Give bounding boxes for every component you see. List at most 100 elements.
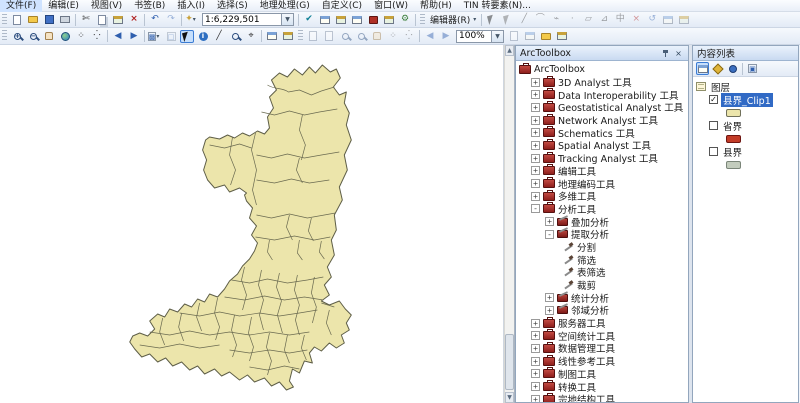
toc-title-bar[interactable]: 内容列表 xyxy=(693,46,798,61)
zoom-out-layout-icon[interactable] xyxy=(354,30,368,43)
expand-icon[interactable]: + xyxy=(545,306,554,315)
select-elements-icon[interactable] xyxy=(180,30,194,43)
fixed-zoom-out-layout-icon[interactable]: ⁛ xyxy=(402,30,416,43)
table-of-contents-window-icon[interactable] xyxy=(318,13,332,26)
tree-item-split-tool[interactable]: 分割 xyxy=(516,241,688,254)
menu-file[interactable]: 文件(F) xyxy=(0,0,42,12)
expand-icon[interactable]: + xyxy=(531,331,540,340)
menu-insert[interactable]: 插入(I) xyxy=(171,0,211,12)
list-by-source-icon[interactable] xyxy=(711,62,724,75)
measure-icon[interactable]: ╱ xyxy=(212,30,226,43)
tree-item-arctoolbox-root[interactable]: ArcToolbox xyxy=(516,63,688,76)
tree-item-analysis-tools[interactable]: -分析工具 xyxy=(516,203,688,216)
menu-view[interactable]: 视图(V) xyxy=(85,0,128,12)
reshape-feature-icon[interactable]: ▱ xyxy=(581,13,595,26)
fixed-zoom-in-layout-icon[interactable]: ⁘ xyxy=(386,30,400,43)
layer-visibility-checkbox[interactable] xyxy=(709,121,718,130)
delete-icon[interactable]: × xyxy=(127,13,141,26)
fixed-zoom-out-icon[interactable]: ⁛ xyxy=(90,30,104,43)
viewer-window-icon[interactable] xyxy=(281,30,295,43)
tree-item-clip-tool[interactable]: 裁剪 xyxy=(516,279,688,292)
toolbar-grip[interactable] xyxy=(2,30,7,42)
edit-annotation-tool-icon[interactable] xyxy=(501,13,515,26)
collapse-icon[interactable]: - xyxy=(545,230,554,239)
map-canvas[interactable] xyxy=(0,45,504,403)
edit-tool-icon[interactable] xyxy=(485,13,499,26)
point-tool-icon[interactable]: · xyxy=(565,13,579,26)
layer-row-xianjie-clip1[interactable]: ✓ 县界_Clip1 xyxy=(696,93,798,106)
menu-geoprocessing[interactable]: 地理处理(G) xyxy=(254,0,316,12)
paste-icon[interactable] xyxy=(111,13,125,26)
scroll-down-icon[interactable]: ▼ xyxy=(505,392,514,403)
map-scale-input[interactable] xyxy=(203,14,281,25)
tree-item-schematics[interactable]: +Schematics 工具 xyxy=(516,126,688,139)
cut-icon[interactable]: ✄ xyxy=(79,13,93,26)
tree-item-conversion-tools[interactable]: +转换工具 xyxy=(516,380,688,393)
map-vertical-scrollbar[interactable]: ▲ ▼ xyxy=(504,45,515,403)
expand-icon[interactable]: + xyxy=(545,293,554,302)
layer-name[interactable]: 县界_Clip1 xyxy=(721,93,773,107)
go-to-xy-icon[interactable]: ⌖ xyxy=(244,30,258,43)
expand-icon[interactable]: + xyxy=(531,382,540,391)
straight-segment-icon[interactable]: ╱ xyxy=(517,13,531,26)
zoom-whole-page-icon[interactable] xyxy=(306,30,320,43)
tree-item-linear-referencing-tools[interactable]: +线性参考工具 xyxy=(516,355,688,368)
fixed-zoom-in-icon[interactable]: ⁘ xyxy=(74,30,88,43)
zoom-out-icon[interactable]: − xyxy=(26,30,40,43)
trace-tool-icon[interactable]: ⌁ xyxy=(549,13,563,26)
save-button[interactable] xyxy=(42,13,56,26)
tree-item-select-tool[interactable]: 筛选 xyxy=(516,253,688,266)
sketch-properties-icon[interactable] xyxy=(677,13,691,26)
tree-item-data-interoperability[interactable]: +Data Interoperability 工具 xyxy=(516,88,688,101)
toolbar-grip[interactable] xyxy=(420,14,425,26)
go-forward-extent-icon[interactable]: ▶ xyxy=(127,30,141,43)
toolbar-grip[interactable] xyxy=(298,30,303,42)
toc-root-layers[interactable]: 图层 xyxy=(696,80,798,93)
find-icon[interactable] xyxy=(228,30,242,43)
menu-window[interactable]: 窗口(W) xyxy=(368,0,414,12)
editor-pencil-icon[interactable]: ✔ xyxy=(302,13,316,26)
print-button[interactable] xyxy=(58,13,72,26)
go-forward-layout-icon[interactable]: ▶ xyxy=(439,30,453,43)
tree-item-editing-tools[interactable]: +编辑工具 xyxy=(516,165,688,178)
search-window-icon[interactable] xyxy=(350,13,364,26)
list-by-visibility-icon[interactable] xyxy=(726,62,739,75)
tree-item-spatial-analyst[interactable]: +Spatial Analyst 工具 xyxy=(516,139,688,152)
model-builder-window-icon[interactable]: ⚙ xyxy=(398,13,412,26)
clear-selected-features-icon[interactable]: □ xyxy=(164,30,178,43)
map-scale-dropdown[interactable]: ▼ xyxy=(281,14,293,25)
tree-item-3d-analyst[interactable]: +3D Analyst 工具 xyxy=(516,76,688,89)
expand-icon[interactable]: + xyxy=(531,344,540,353)
map-scale-combo[interactable]: ▼ xyxy=(202,13,294,26)
zoom-in-icon[interactable]: + xyxy=(10,30,24,43)
tree-item-server-tools[interactable]: +服务器工具 xyxy=(516,317,688,330)
scrollbar-track[interactable] xyxy=(505,56,514,392)
copy-icon[interactable] xyxy=(95,13,109,26)
expand-icon[interactable]: + xyxy=(531,90,540,99)
menu-customize[interactable]: 自定义(C) xyxy=(316,0,368,12)
tree-item-statistics[interactable]: +统计分析 xyxy=(516,291,688,304)
layer-swatch[interactable] xyxy=(726,161,741,169)
layer-symbol-xianjie[interactable] xyxy=(696,158,798,171)
scrollbar-thumb[interactable] xyxy=(505,334,514,390)
redo-icon[interactable]: ↷ xyxy=(164,13,178,26)
catalog-window-icon[interactable] xyxy=(334,13,348,26)
change-layout-icon[interactable] xyxy=(539,30,553,43)
expand-icon[interactable]: + xyxy=(531,395,540,402)
expand-icon[interactable]: + xyxy=(531,166,540,175)
expand-icon[interactable]: + xyxy=(531,179,540,188)
tree-item-proximity[interactable]: +邻域分析 xyxy=(516,304,688,317)
cut-polygons-icon[interactable]: ⊿ xyxy=(597,13,611,26)
tree-item-data-management-tools[interactable]: +数据管理工具 xyxy=(516,342,688,355)
layer-name[interactable]: 县界 xyxy=(721,145,744,159)
expand-icon[interactable]: + xyxy=(531,78,540,87)
editor-menu-label[interactable]: 编辑器(R) xyxy=(427,13,473,26)
full-extent-icon[interactable] xyxy=(58,30,72,43)
go-back-layout-icon[interactable]: ◀ xyxy=(423,30,437,43)
undo-icon[interactable]: ↶ xyxy=(148,13,162,26)
expand-icon[interactable]: + xyxy=(531,357,540,366)
editor-menu-caret[interactable]: ▾ xyxy=(473,16,479,23)
focus-data-frame-icon[interactable] xyxy=(523,30,537,43)
attributes-window-icon[interactable] xyxy=(661,13,675,26)
rotate-tool-icon[interactable]: 中 xyxy=(613,13,627,26)
